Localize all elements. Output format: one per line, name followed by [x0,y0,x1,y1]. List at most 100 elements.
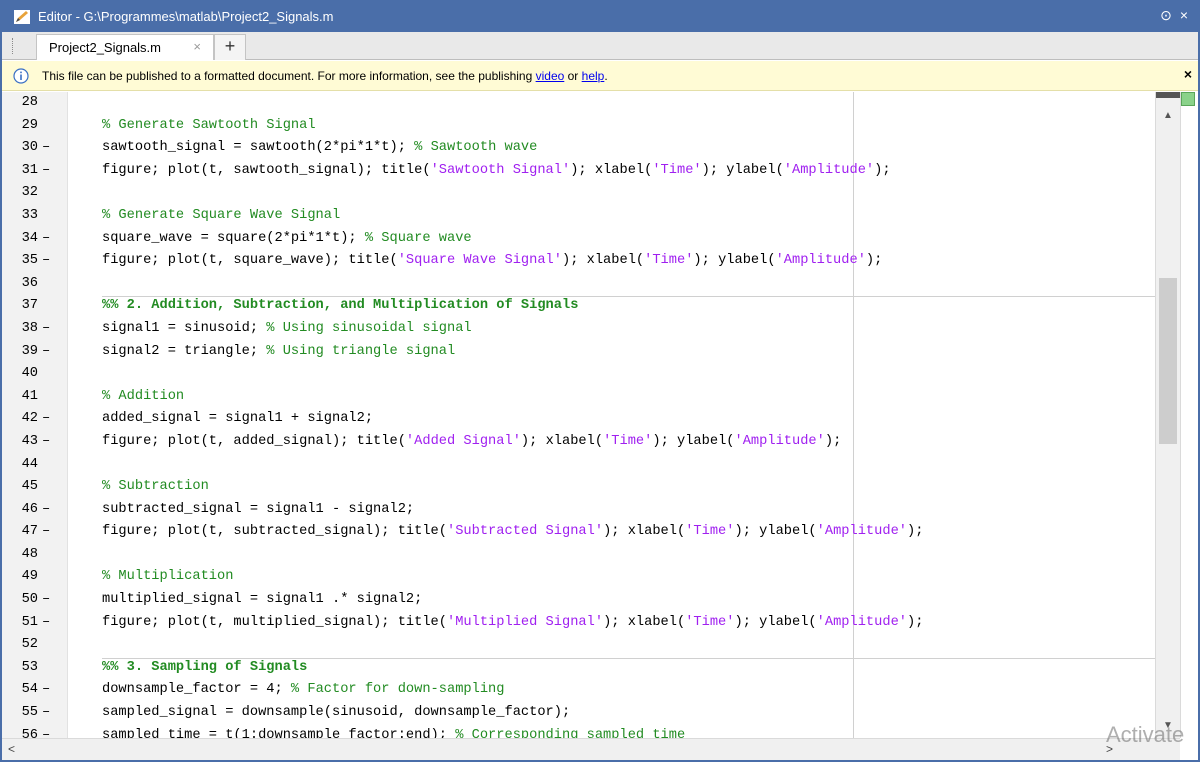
code-text: signal1 = sinusoid; % Using sinusoidal s… [102,318,472,341]
line-number: 32 [21,185,38,201]
code-line[interactable]: 35– figure; plot(t, square_wave); title('… [2,250,1180,273]
code-line[interactable]: 29 % Generate Sawtooth Signal [2,115,1180,138]
tab-close-icon[interactable]: × [193,39,201,54]
vertical-scrollbar[interactable]: ▲ ▼ [1155,92,1180,738]
tab-grip-handle[interactable] [12,38,16,54]
code-text: %% 2. Addition, Subtraction, and Multipl… [102,295,578,318]
code-line[interactable]: 38– signal1 = sinusoid; % Using sinusoida… [2,318,1180,341]
breakpoint-marker[interactable]: – [42,499,60,522]
add-tab-button[interactable]: + [214,34,246,60]
code-token: downsample_factor = 4; [102,682,291,698]
code-line[interactable]: 49 % Multiplication [2,566,1180,589]
code-line[interactable]: 41 % Addition [2,386,1180,409]
scroll-left-icon[interactable]: < [8,742,15,756]
code-analyzer-status-icon[interactable] [1181,92,1195,106]
code-editor[interactable]: 28 29% Generate Sawtooth Signal 30– sawtoot… [2,92,1180,738]
cell-divider [102,296,1156,298]
breakpoint-marker[interactable]: – [42,341,60,364]
breakpoint-marker[interactable]: – [42,431,60,454]
cell-divider [102,658,1156,659]
code-line[interactable]: 37 %% 2. Addition, Subtraction, and Multi… [2,295,1180,318]
video-link[interactable]: video [536,69,565,83]
code-line[interactable]: 48 [2,544,1180,567]
string-token: 'Time' [685,614,735,630]
code-text: % Subtraction [102,476,209,499]
code-line[interactable]: 40 [2,363,1180,386]
breakpoint-marker[interactable]: – [42,250,60,273]
code-lines[interactable]: 28 29% Generate Sawtooth Signal 30– sawtoot… [2,92,1180,738]
breakpoint-marker[interactable]: – [42,318,60,341]
tab-label: Project2_Signals.m [49,40,161,55]
code-text: %% 3. Sampling of Signals [102,657,307,680]
code-text: % Multiplication [102,566,233,589]
code-line[interactable]: 53 %% 3. Sampling of Signals [2,657,1180,680]
code-token: ); xlabel( [561,253,645,269]
code-line[interactable]: 31– figure; plot(t, sawtooth_signal); tit… [2,160,1180,183]
code-token: ); xlabel( [603,614,686,630]
string-token: 'Amplitude' [783,162,875,178]
help-link[interactable]: help [582,69,605,83]
code-line[interactable]: 28 [2,92,1180,115]
window-menu-icon[interactable]: ⊙ [1160,7,1172,24]
horizontal-scrollbar[interactable]: < > [2,738,1180,760]
line-number: 33 [21,207,38,223]
code-line[interactable]: 50– multiplied_signal = signal1 .* signal… [2,589,1180,612]
code-line[interactable]: 44 [2,454,1180,477]
code-token: ); xlabel( [603,524,686,540]
code-text: added_signal = signal1 + signal2; [102,408,373,431]
code-token: figure; plot(t, sawtooth_signal); title( [102,162,431,178]
code-line[interactable]: 33 % Generate Square Wave Signal [2,205,1180,228]
line-number: 38 [21,320,38,336]
code-line[interactable]: 34– square_wave = square(2*pi*1*t); % Squ… [2,228,1180,251]
line-number: 55 [21,705,38,721]
scroll-thumb[interactable] [1159,278,1177,444]
code-line[interactable]: 56– sampled_time = t(1:downsample_factor:… [2,725,1180,738]
notification-close-icon[interactable]: × [1184,66,1192,82]
code-line[interactable]: 45 % Subtraction [2,476,1180,499]
breakpoint-marker[interactable]: – [42,702,60,725]
code-token: ); ylabel( [693,253,776,269]
code-line[interactable]: 42– added_signal = signal1 + signal2; [2,408,1180,431]
notice-text-part: . [604,69,608,83]
string-token: 'Added Signal' [405,433,521,449]
code-text: % Generate Sawtooth Signal [102,115,316,138]
code-text: figure; plot(t, added_signal); title('Ad… [102,431,841,454]
code-line[interactable]: 43– figure; plot(t, added_signal); title(… [2,431,1180,454]
scroll-up-icon[interactable]: ▲ [1163,110,1173,121]
comment-token: % Subtraction [102,479,209,495]
code-text: sampled_signal = downsample(sinusoid, do… [102,702,570,725]
activate-windows-watermark: Activate [1106,722,1185,747]
breakpoint-marker[interactable]: – [42,725,60,738]
code-token: multiplied_signal = signal1 .* signal2; [102,592,423,608]
tab-project2-signals[interactable]: Project2_Signals.m × [36,34,214,60]
breakpoint-marker[interactable]: – [42,408,60,431]
code-line[interactable]: 47– figure; plot(t, subtracted_signal); t… [2,521,1180,544]
comment-token: % Factor for down-sampling [290,682,505,698]
breakpoint-marker[interactable]: – [42,612,60,635]
breakpoint-marker[interactable]: – [42,589,60,612]
breakpoint-marker[interactable]: – [42,679,60,702]
window-title: Editor - G:\Programmes\matlab\Project2_S… [38,9,334,24]
code-token: figure; plot(t, added_signal); title( [102,433,406,449]
breakpoint-marker[interactable]: – [42,228,60,251]
line-number: 35 [21,253,38,269]
split-handle[interactable] [1156,92,1180,98]
code-line[interactable]: 55– sampled_signal = downsample(sinusoid,… [2,702,1180,725]
code-line[interactable]: 39– signal2 = triangle; % Using triangle … [2,341,1180,364]
code-line[interactable]: 32 [2,182,1180,205]
breakpoint-marker[interactable]: – [42,521,60,544]
code-line[interactable]: 36 [2,273,1180,296]
code-line[interactable]: 52 [2,634,1180,657]
code-line[interactable]: 30– sawtooth_signal = sawtooth(2*pi*1*t);… [2,137,1180,160]
code-line[interactable]: 46– subtracted_signal = signal1 - signal2… [2,499,1180,522]
breakpoint-marker[interactable]: – [42,137,60,160]
line-number: 53 [21,659,38,675]
code-text: sawtooth_signal = sawtooth(2*pi*1*t); % … [102,137,537,160]
code-line[interactable]: 54– downsample_factor = 4; % Factor for d… [2,679,1180,702]
code-line[interactable]: 51– figure; plot(t, multiplied_signal); t… [2,612,1180,635]
breakpoint-marker[interactable]: – [42,160,60,183]
code-token: ); xlabel( [570,162,653,178]
comment-token: % Addition [102,388,185,404]
window-close-icon[interactable]: × [1180,7,1188,24]
line-number: 43 [21,433,38,449]
